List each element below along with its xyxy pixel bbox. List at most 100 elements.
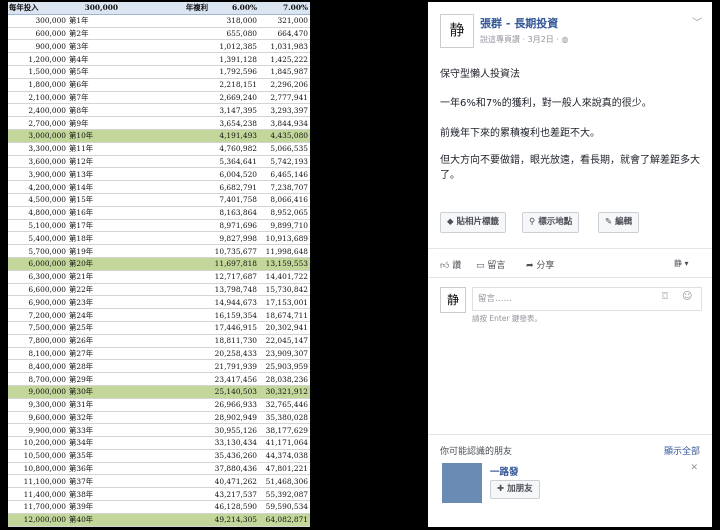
- table-row: 1,200,000 第4年 1,391,128 1,425,222: [8, 52, 310, 66]
- table-row: 7,200,000 第24年 16,159,354 18,674,711: [8, 308, 310, 322]
- table-row: 2,400,000 第8年 3,147,395 3,293,397: [8, 103, 310, 118]
- cell: [120, 334, 183, 348]
- cell: 第11年: [68, 142, 120, 156]
- comment-label: 留言: [487, 261, 506, 271]
- cell: 第29年: [68, 372, 120, 386]
- cell: [120, 206, 183, 220]
- page-identity-selector[interactable]: 静 ▾: [674, 258, 689, 269]
- divider: [428, 434, 712, 435]
- cell: 5,700,000: [8, 244, 68, 258]
- cell: [120, 385, 183, 399]
- page-avatar[interactable]: 静: [440, 14, 474, 48]
- cell: 13,159,553: [259, 257, 310, 271]
- cell: 5,400,000: [8, 231, 68, 246]
- tag-photo-button[interactable]: ◆ 貼相片標籤: [440, 212, 507, 233]
- cell: 2,100,000: [8, 91, 68, 105]
- table-row: 6,900,000 第23年 14,944,673 17,153,001: [8, 295, 310, 310]
- cell: [120, 39, 183, 54]
- friend-name[interactable]: 一路發: [490, 464, 519, 478]
- sticker-icon[interactable]: ☺: [682, 291, 692, 302]
- table-row: 1,500,000 第5年 1,792,596 1,845,987: [8, 65, 310, 79]
- cell: 25,903,959: [259, 359, 310, 374]
- cell: 28,902,949: [210, 411, 259, 425]
- cell: 第2年: [68, 27, 120, 41]
- cell: [183, 359, 210, 374]
- cell: 17,446,915: [210, 321, 259, 335]
- spreadsheet-table: 每年投入 300,000 年複利 6.00% 7.00% 300,000 第1年 318,00…: [8, 2, 310, 527]
- cell: [183, 283, 210, 297]
- compound-interest-spreadsheet: 每年投入 300,000 年複利 6.00% 7.00% 300,000 第1年 318,00…: [8, 2, 310, 527]
- cell: 4,435,080: [259, 129, 310, 143]
- cell: [120, 487, 183, 502]
- close-icon[interactable]: ✕: [690, 463, 698, 473]
- table-row: 11,100,000 第37年 40,471,262 51,468,306: [8, 474, 310, 489]
- comment-hint: 請按 Enter 鍵發表。: [472, 314, 542, 323]
- cell: 8,952,065: [259, 206, 310, 220]
- cell: [183, 78, 210, 92]
- cell: 3,300,000: [8, 142, 68, 156]
- cell: 每年投入: [8, 2, 68, 15]
- cell: 14,944,673: [210, 295, 259, 310]
- cell: 第30年: [68, 385, 120, 399]
- cell: [183, 39, 210, 54]
- cell: 2,777,941: [259, 91, 310, 105]
- cell: 第26年: [68, 334, 120, 348]
- cell: [183, 206, 210, 220]
- cell: [120, 270, 183, 284]
- comment-button[interactable]: ▭ 留言: [476, 258, 505, 271]
- cell: 3,654,238: [210, 116, 259, 130]
- cell: 300,000: [68, 2, 120, 15]
- cell: 40,471,262: [210, 474, 259, 489]
- caret-down-icon: ▾: [684, 259, 689, 268]
- table-row: 9,000,000 第30年 25,140,503 30,321,912: [8, 385, 310, 399]
- share-button[interactable]: ➦ 分享: [526, 258, 554, 271]
- cell: 4,760,982: [210, 142, 259, 156]
- table-row: 7,500,000 第25年 17,446,915 20,302,941: [8, 321, 310, 335]
- chevron-down-icon[interactable]: ﹀: [692, 14, 702, 29]
- cell: 28,038,236: [259, 372, 310, 386]
- cell: 11,700,000: [8, 500, 68, 514]
- cell: 3,844,934: [259, 116, 310, 130]
- divider: [428, 277, 712, 278]
- cell: 第21年: [68, 270, 120, 284]
- cell: 1,800,000: [8, 78, 68, 92]
- cell: 11,400,000: [8, 487, 68, 502]
- cell: 10,500,000: [8, 449, 68, 463]
- cell: 第28年: [68, 359, 120, 374]
- post-subtitle: 說這專頁讚 · 3月2日 ·: [480, 35, 559, 44]
- cell: [183, 462, 210, 476]
- add-location-button[interactable]: ⚲ 標示地點: [522, 212, 580, 233]
- camera-icon[interactable]: ⌼: [662, 291, 668, 302]
- edit-button[interactable]: ✎ 編輯: [598, 212, 640, 233]
- cell: [120, 513, 183, 527]
- share-arrow-icon: ➦: [526, 261, 534, 271]
- add-friend-button[interactable]: ✚ 加朋友: [490, 480, 540, 499]
- cell: 3,900,000: [8, 167, 68, 182]
- cell: [120, 155, 183, 169]
- cell: 第14年: [68, 180, 120, 194]
- cell: 第22年: [68, 283, 120, 297]
- cell: 5,742,193: [259, 155, 310, 169]
- like-button[interactable]: 👍︎ 讚: [440, 258, 461, 271]
- cell: 第31年: [68, 398, 120, 412]
- cell: [183, 423, 210, 438]
- cell: 9,899,710: [259, 219, 310, 233]
- cell: 18,811,730: [210, 334, 259, 348]
- cell: 7,200,000: [8, 308, 68, 322]
- cell: 第34年: [68, 436, 120, 450]
- friend-avatar[interactable]: [442, 463, 482, 503]
- cell: [183, 372, 210, 386]
- cell: 64,082,871: [259, 513, 310, 527]
- cell: 7.00%: [259, 2, 310, 15]
- cell: 10,800,000: [8, 462, 68, 476]
- cell: 9,000,000: [8, 385, 68, 399]
- cell: 第38年: [68, 487, 120, 502]
- cell: 第4年: [68, 52, 120, 66]
- cell: [120, 142, 183, 156]
- cell: 8,971,696: [210, 219, 259, 233]
- post-author[interactable]: 張群 - 長期投資: [480, 15, 558, 31]
- show-all-link[interactable]: 顯示全部: [664, 444, 700, 457]
- cell: 655,080: [210, 27, 259, 41]
- cell: 8,100,000: [8, 347, 68, 361]
- cell: 17,153,001: [259, 295, 310, 310]
